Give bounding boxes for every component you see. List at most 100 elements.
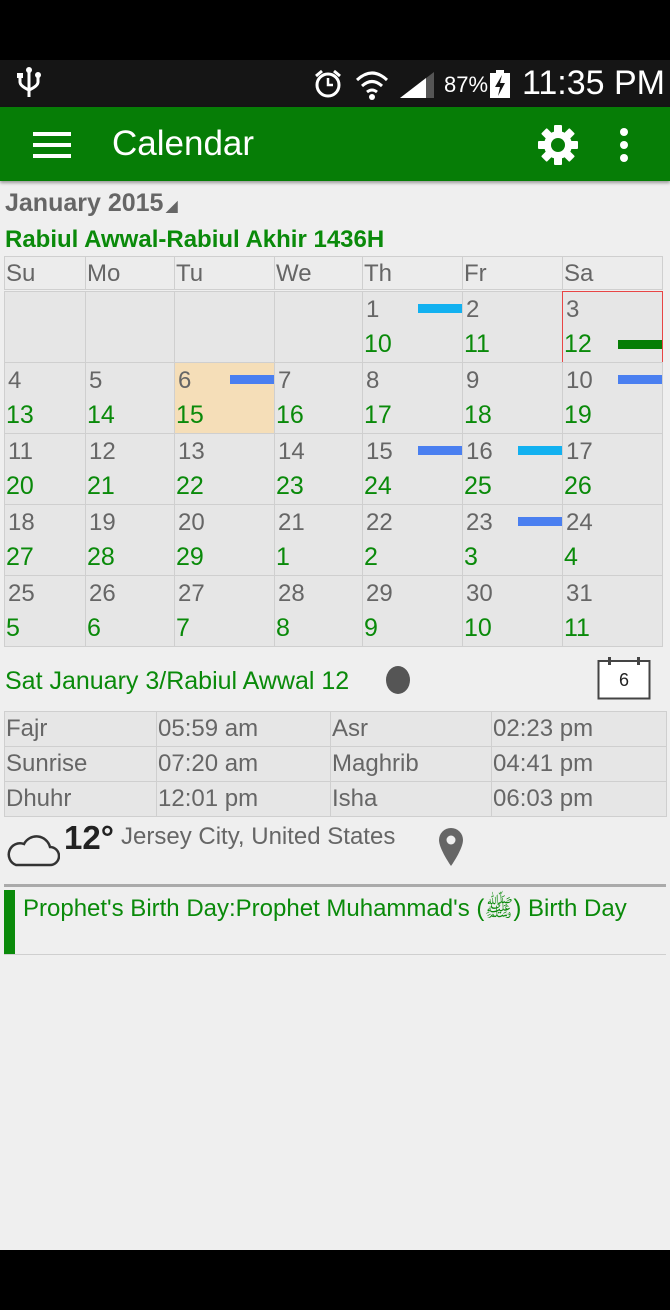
- event-indicator: [518, 446, 562, 455]
- calendar-day-cell[interactable]: 20 29: [174, 504, 275, 576]
- calendar-day-cell[interactable]: 211: [274, 504, 363, 576]
- cloud-icon: [7, 835, 60, 867]
- event-indicator: [418, 304, 462, 313]
- weather-location: Jersey City, United States: [121, 823, 396, 850]
- prayer-time: 04:41 pm: [491, 746, 667, 782]
- wifi-icon: [355, 71, 389, 100]
- calendar-day-cell[interactable]: 10 19: [562, 362, 663, 434]
- hijri-date: 19: [564, 401, 592, 429]
- usb-icon: [17, 67, 41, 97]
- calendar-day-cell[interactable]: 31 11: [562, 575, 663, 647]
- hijri-date: 16: [276, 401, 304, 429]
- gregorian-date: 3: [566, 296, 580, 323]
- calendar-day-cell[interactable]: 8 17: [362, 362, 463, 434]
- prayer-name: Dhuhr: [4, 781, 157, 817]
- prayer-time: 05:59 am: [156, 711, 331, 747]
- gregorian-date: 13: [178, 438, 205, 465]
- main-content: January 2015 ◢ Rabiul Awwal-Rabiul Akhir …: [0, 181, 670, 1250]
- event-item[interactable]: Prophet's Birth Day:Prophet Muhammad's (…: [4, 887, 666, 955]
- prayer-time: 06:03 pm: [491, 781, 667, 817]
- status-bar: 87% 11:35 PM: [0, 60, 670, 107]
- calendar-day-cell[interactable]: 19 28: [85, 504, 175, 576]
- location-pin-icon[interactable]: [438, 827, 464, 867]
- gregorian-date: 11: [8, 438, 33, 465]
- calendar-day-cell[interactable]: 4 13: [4, 362, 86, 434]
- menu-icon[interactable]: [33, 132, 71, 158]
- calendar-day-cell[interactable]: 23 3: [462, 504, 563, 576]
- calendar-day-cell[interactable]: 17 26: [562, 433, 663, 505]
- gregorian-date: 8: [366, 367, 380, 394]
- overflow-menu-icon[interactable]: [612, 126, 636, 166]
- calendar-day-cell[interactable]: 30 10: [462, 575, 563, 647]
- month-selector[interactable]: January 2015 ◢: [5, 189, 178, 218]
- hijri-date: 12: [564, 330, 592, 358]
- calendar-day-cell[interactable]: 16 25: [462, 433, 563, 505]
- gregorian-date: 16: [466, 438, 493, 465]
- battery-percent: 87%: [444, 72, 489, 97]
- prayer-time: 07:20 am: [156, 746, 331, 782]
- hijri-date: 25: [464, 472, 492, 500]
- calendar-empty-cell: [85, 291, 175, 363]
- hijri-date: 22: [176, 472, 204, 500]
- gregorian-date: 6: [178, 367, 192, 394]
- calendar-day-cell[interactable]: 1 10: [362, 291, 463, 363]
- gregorian-date: 14: [278, 438, 305, 465]
- selected-day-label: Sat January 3/Rabiul Awwal 12: [5, 667, 350, 695]
- status-icons: [315, 69, 434, 100]
- calendar-day-cell[interactable]: 15 24: [362, 433, 463, 505]
- app-bar: Calendar: [0, 107, 670, 181]
- hijri-date: 3: [464, 543, 478, 571]
- hijri-date: 5: [6, 614, 20, 642]
- hijri-date: 10: [364, 330, 392, 358]
- prayer-name: Fajr: [4, 711, 157, 747]
- calendar-day-cell[interactable]: 5 14: [85, 362, 175, 434]
- calendar-day-cell[interactable]: 13 22: [174, 433, 275, 505]
- calendar-day-cell[interactable]: 7 16: [274, 362, 363, 434]
- calendar-day-cell[interactable]: 29 9: [362, 575, 463, 647]
- gear-icon[interactable]: [537, 124, 579, 166]
- gregorian-date: 23: [466, 509, 493, 536]
- calendar-day-cell[interactable]: 27 7: [174, 575, 275, 647]
- today-date-number: 6: [618, 670, 629, 690]
- prayer-time: 12:01 pm: [156, 781, 331, 817]
- gregorian-date: 31: [566, 580, 593, 607]
- hijri-date: 15: [176, 401, 204, 429]
- calendar-day-cell[interactable]: 18 27: [4, 504, 86, 576]
- hijri-date: 4: [564, 543, 578, 571]
- hijri-date: 14: [87, 401, 115, 429]
- event-text: Prophet's Birth Day:Prophet Muhammad's (…: [23, 895, 627, 922]
- calendar-day-cell[interactable]: 3 12: [562, 291, 663, 363]
- calendar-day-cell[interactable]: 28 8: [274, 575, 363, 647]
- calendar-day-cell[interactable]: 25 5: [4, 575, 86, 647]
- calendar-day-cell[interactable]: 24 4: [562, 504, 663, 576]
- hijri-date: 13: [6, 401, 34, 429]
- hijri-date: 20: [6, 472, 34, 500]
- gregorian-date: 27: [178, 580, 205, 607]
- signal-icon: [400, 72, 434, 98]
- gregorian-date: 2: [466, 296, 480, 323]
- prayer-name: Asr: [330, 711, 492, 747]
- calendar-day-cell[interactable]: 6 15: [174, 362, 275, 434]
- hijri-date: 11: [564, 614, 590, 642]
- prayer-name: Sunrise: [4, 746, 157, 782]
- calendar-day-cell[interactable]: 22 2: [362, 504, 463, 576]
- weekday-header: Sa: [562, 256, 663, 290]
- gregorian-date: 12: [89, 438, 116, 465]
- hijri-date: 7: [176, 614, 190, 642]
- hijri-date: 28: [87, 543, 115, 571]
- prayer-name: Maghrib: [330, 746, 492, 782]
- calendar-day-cell[interactable]: 211: [462, 291, 563, 363]
- event-indicator: [518, 517, 562, 526]
- event-indicator: [230, 375, 274, 384]
- gregorian-date: 29: [366, 580, 393, 607]
- gregorian-date: 10: [566, 367, 593, 394]
- calendar-day-cell[interactable]: 14 23: [274, 433, 363, 505]
- calendar-day-cell[interactable]: 12 21: [85, 433, 175, 505]
- hijri-date: 23: [276, 472, 304, 500]
- calendar-day-cell[interactable]: 26 6: [85, 575, 175, 647]
- go-to-today-button[interactable]: 6: [597, 657, 651, 700]
- calendar-day-cell[interactable]: 9 18: [462, 362, 563, 434]
- calendar-day-cell[interactable]: 11 20: [4, 433, 86, 505]
- calendar-empty-cell: [4, 291, 86, 363]
- event-indicator: [418, 446, 462, 455]
